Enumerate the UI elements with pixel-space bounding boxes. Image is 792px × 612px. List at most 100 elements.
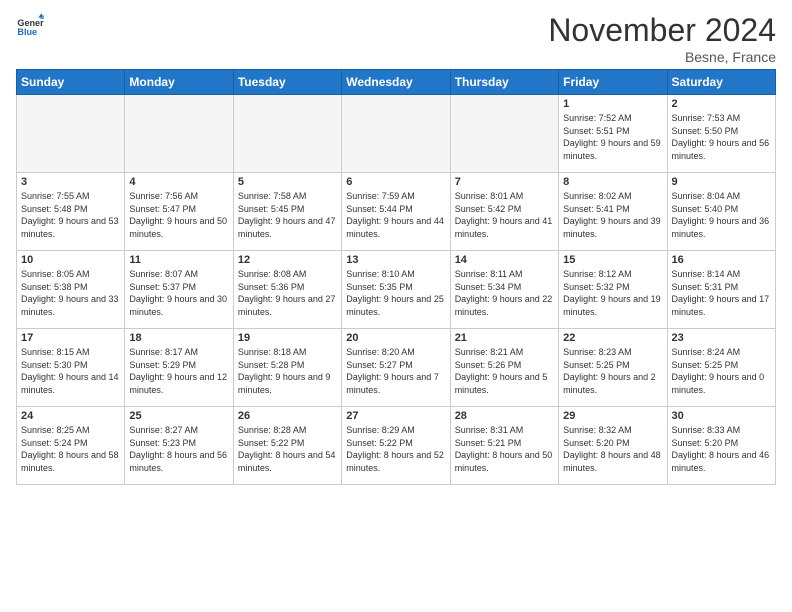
day-info: Sunrise: 8:33 AM Sunset: 5:20 PM Dayligh… — [672, 424, 771, 474]
day-info: Sunrise: 8:27 AM Sunset: 5:23 PM Dayligh… — [129, 424, 228, 474]
calendar-week-1: 1 Sunrise: 7:52 AM Sunset: 5:51 PM Daylig… — [17, 95, 776, 173]
day-info: Sunrise: 8:15 AM Sunset: 5:30 PM Dayligh… — [21, 346, 120, 396]
calendar-cell: 14Sunrise: 8:11 AM Sunset: 5:34 PM Dayli… — [450, 251, 558, 329]
calendar-cell: 25 Sunrise: 8:27 AM Sunset: 5:23 PM Dayli… — [125, 407, 233, 485]
day-number: 11 — [129, 254, 228, 266]
day-number: 27 — [346, 410, 445, 422]
day-info: Sunrise: 7:52 AM Sunset: 5:51 PM Dayligh… — [563, 112, 662, 162]
day-number: 12 — [238, 254, 337, 266]
day-number: 22 — [563, 332, 662, 344]
day-info: Sunrise: 8:24 AM Sunset: 5:25 PM Dayligh… — [672, 346, 771, 396]
page-container: General Blue November 2024 Besne, France… — [0, 0, 792, 493]
day-number: 9 — [672, 176, 771, 188]
calendar-cell — [450, 95, 558, 173]
day-info: Sunrise: 8:04 AM Sunset: 5:40 PM Dayligh… — [672, 190, 771, 240]
day-number: 7 — [455, 176, 554, 188]
day-number: 4 — [129, 176, 228, 188]
col-thursday: Thursday — [450, 70, 558, 95]
day-info: Sunrise: 7:53 AM Sunset: 5:50 PM Dayligh… — [672, 112, 771, 162]
day-number: 28 — [455, 410, 554, 422]
logo-icon: General Blue — [16, 12, 44, 40]
calendar-cell: 12 Sunrise: 8:08 AM Sunset: 5:36 PM Dayli… — [233, 251, 341, 329]
day-info: Sunrise: 8:07 AM Sunset: 5:37 PM Dayligh… — [129, 268, 228, 318]
calendar-cell: 5Sunrise: 7:58 AM Sunset: 5:45 PM Daylig… — [233, 173, 341, 251]
calendar-cell: 6Sunrise: 7:59 AM Sunset: 5:44 PM Daylig… — [342, 173, 450, 251]
calendar-cell: 21 Sunrise: 8:21 AM Sunset: 5:26 PM Dayli… — [450, 329, 558, 407]
svg-text:Blue: Blue — [17, 27, 37, 37]
calendar-cell — [342, 95, 450, 173]
calendar-cell: 1 Sunrise: 7:52 AM Sunset: 5:51 PM Daylig… — [559, 95, 667, 173]
calendar-week-2: 3 Sunrise: 7:55 AM Sunset: 5:48 PM Daylig… — [17, 173, 776, 251]
day-number: 21 — [455, 332, 554, 344]
calendar-cell: 11 Sunrise: 8:07 AM Sunset: 5:37 PM Dayli… — [125, 251, 233, 329]
calendar-cell: 7 Sunrise: 8:01 AM Sunset: 5:42 PM Daylig… — [450, 173, 558, 251]
day-number: 3 — [21, 176, 120, 188]
day-info: Sunrise: 7:58 AM Sunset: 5:45 PM Dayligh… — [238, 190, 337, 240]
calendar-cell: 4 Sunrise: 7:56 AM Sunset: 5:47 PM Daylig… — [125, 173, 233, 251]
calendar-cell: 18 Sunrise: 8:17 AM Sunset: 5:29 PM Dayli… — [125, 329, 233, 407]
col-saturday: Saturday — [667, 70, 775, 95]
day-number: 13 — [346, 254, 445, 266]
day-number: 20 — [346, 332, 445, 344]
day-info: Sunrise: 8:02 AM Sunset: 5:41 PM Dayligh… — [563, 190, 662, 240]
day-info: Sunrise: 8:32 AM Sunset: 5:20 PM Dayligh… — [563, 424, 662, 474]
calendar-cell: 23 Sunrise: 8:24 AM Sunset: 5:25 PM Dayli… — [667, 329, 775, 407]
day-number: 23 — [672, 332, 771, 344]
col-wednesday: Wednesday — [342, 70, 450, 95]
day-number: 26 — [238, 410, 337, 422]
calendar-cell: 16Sunrise: 8:14 AM Sunset: 5:31 PM Dayli… — [667, 251, 775, 329]
day-number: 10 — [21, 254, 120, 266]
calendar-cell — [125, 95, 233, 173]
calendar-cell: 26 Sunrise: 8:28 AM Sunset: 5:22 PM Dayli… — [233, 407, 341, 485]
day-number: 16 — [672, 254, 771, 266]
calendar-cell: 19Sunrise: 8:18 AM Sunset: 5:28 PM Dayli… — [233, 329, 341, 407]
day-info: Sunrise: 7:59 AM Sunset: 5:44 PM Dayligh… — [346, 190, 445, 240]
calendar-cell: 2Sunrise: 7:53 AM Sunset: 5:50 PM Daylig… — [667, 95, 775, 173]
calendar-week-3: 10Sunrise: 8:05 AM Sunset: 5:38 PM Dayli… — [17, 251, 776, 329]
calendar-cell: 20 Sunrise: 8:20 AM Sunset: 5:27 PM Dayli… — [342, 329, 450, 407]
location: Besne, France — [548, 49, 776, 65]
calendar-week-4: 17 Sunrise: 8:15 AM Sunset: 5:30 PM Dayli… — [17, 329, 776, 407]
day-info: Sunrise: 8:17 AM Sunset: 5:29 PM Dayligh… — [129, 346, 228, 396]
day-info: Sunrise: 8:31 AM Sunset: 5:21 PM Dayligh… — [455, 424, 554, 474]
calendar-cell: 28 Sunrise: 8:31 AM Sunset: 5:21 PM Dayli… — [450, 407, 558, 485]
day-info: Sunrise: 8:25 AM Sunset: 5:24 PM Dayligh… — [21, 424, 120, 474]
day-info: Sunrise: 8:01 AM Sunset: 5:42 PM Dayligh… — [455, 190, 554, 240]
day-number: 1 — [563, 98, 662, 110]
calendar-cell: 27Sunrise: 8:29 AM Sunset: 5:22 PM Dayli… — [342, 407, 450, 485]
day-info: Sunrise: 8:28 AM Sunset: 5:22 PM Dayligh… — [238, 424, 337, 474]
day-info: Sunrise: 7:56 AM Sunset: 5:47 PM Dayligh… — [129, 190, 228, 240]
col-tuesday: Tuesday — [233, 70, 341, 95]
day-number: 15 — [563, 254, 662, 266]
calendar-cell: 30 Sunrise: 8:33 AM Sunset: 5:20 PM Dayli… — [667, 407, 775, 485]
calendar-cell: 3 Sunrise: 7:55 AM Sunset: 5:48 PM Daylig… — [17, 173, 125, 251]
calendar-cell — [17, 95, 125, 173]
day-number: 30 — [672, 410, 771, 422]
calendar-cell: 17 Sunrise: 8:15 AM Sunset: 5:30 PM Dayli… — [17, 329, 125, 407]
calendar-header-row: Sunday Monday Tuesday Wednesday Thursday… — [17, 70, 776, 95]
calendar-week-5: 24Sunrise: 8:25 AM Sunset: 5:24 PM Dayli… — [17, 407, 776, 485]
calendar-cell — [233, 95, 341, 173]
day-info: Sunrise: 8:11 AM Sunset: 5:34 PM Dayligh… — [455, 268, 554, 318]
day-number: 17 — [21, 332, 120, 344]
calendar-cell: 15 Sunrise: 8:12 AM Sunset: 5:32 PM Dayli… — [559, 251, 667, 329]
calendar-cell: 13Sunrise: 8:10 AM Sunset: 5:35 PM Dayli… — [342, 251, 450, 329]
day-number: 29 — [563, 410, 662, 422]
calendar-cell: 10Sunrise: 8:05 AM Sunset: 5:38 PM Dayli… — [17, 251, 125, 329]
calendar-cell: 8Sunrise: 8:02 AM Sunset: 5:41 PM Daylig… — [559, 173, 667, 251]
day-info: Sunrise: 8:12 AM Sunset: 5:32 PM Dayligh… — [563, 268, 662, 318]
day-info: Sunrise: 8:21 AM Sunset: 5:26 PM Dayligh… — [455, 346, 554, 396]
calendar-cell: 9 Sunrise: 8:04 AM Sunset: 5:40 PM Daylig… — [667, 173, 775, 251]
logo: General Blue — [16, 12, 44, 40]
day-info: Sunrise: 8:20 AM Sunset: 5:27 PM Dayligh… — [346, 346, 445, 396]
title-block: November 2024 Besne, France — [548, 12, 776, 65]
day-number: 19 — [238, 332, 337, 344]
day-info: Sunrise: 8:08 AM Sunset: 5:36 PM Dayligh… — [238, 268, 337, 318]
day-number: 18 — [129, 332, 228, 344]
calendar-cell: 29 Sunrise: 8:32 AM Sunset: 5:20 PM Dayli… — [559, 407, 667, 485]
day-number: 25 — [129, 410, 228, 422]
calendar-table: Sunday Monday Tuesday Wednesday Thursday… — [16, 69, 776, 485]
col-monday: Monday — [125, 70, 233, 95]
header: General Blue November 2024 Besne, France — [16, 12, 776, 65]
day-info: Sunrise: 7:55 AM Sunset: 5:48 PM Dayligh… — [21, 190, 120, 240]
